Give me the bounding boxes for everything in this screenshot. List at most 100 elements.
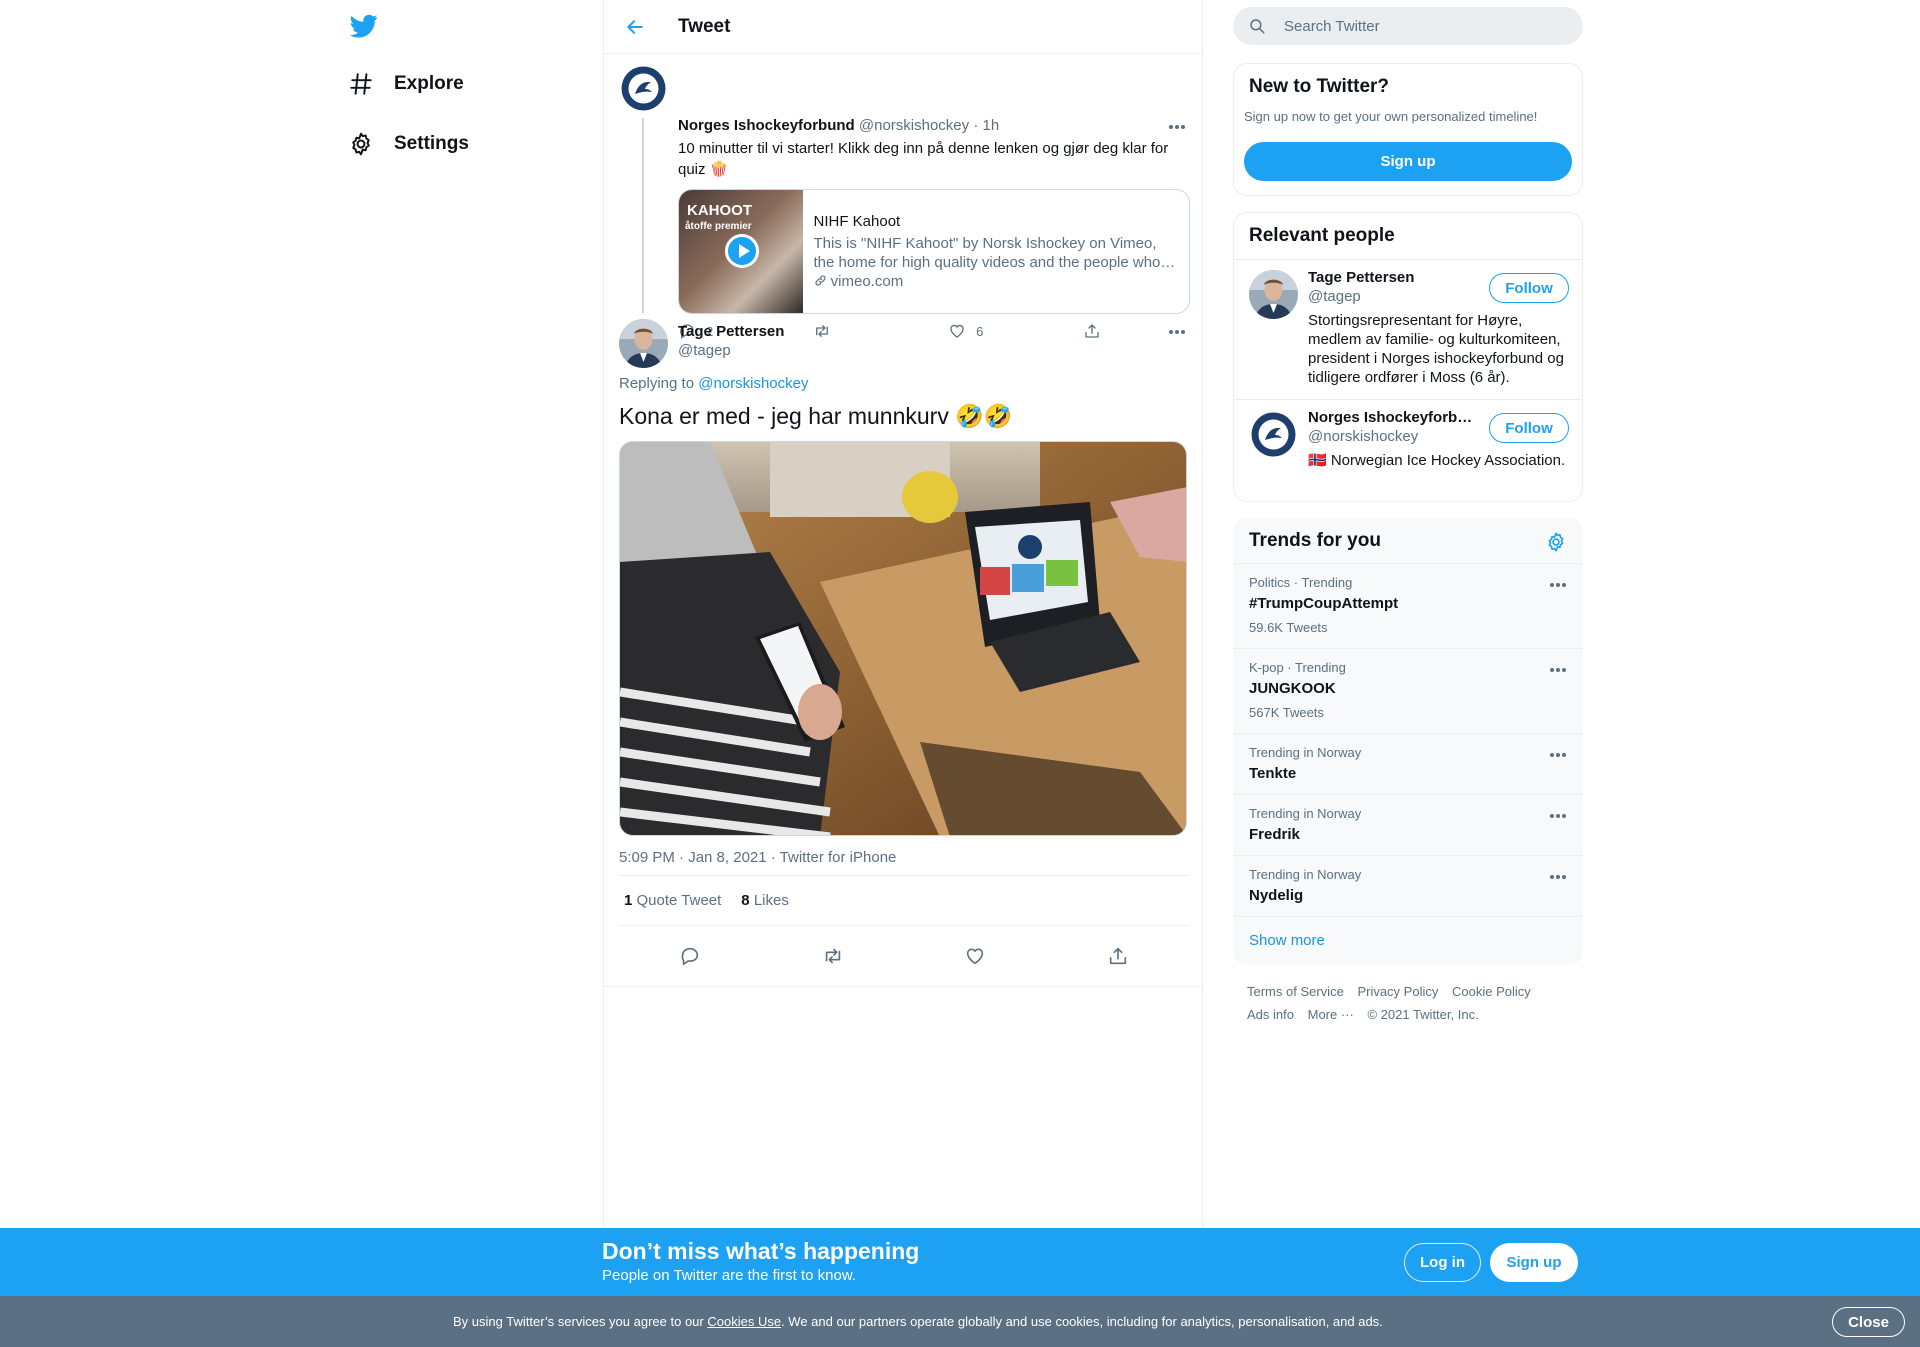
gear-icon[interactable]	[1545, 531, 1567, 553]
trend-item[interactable]: K-pop · Trending JUNGKOOK 567K Tweets	[1234, 648, 1582, 733]
more-options-icon[interactable]	[1166, 120, 1188, 134]
panel-title: New to Twitter?	[1249, 76, 1390, 97]
trend-name: Nydelig	[1249, 887, 1304, 904]
avatar[interactable]	[1249, 410, 1298, 459]
author-handle[interactable]: @norskishockey	[859, 117, 969, 134]
footer-link-more[interactable]: More ···	[1308, 1003, 1354, 1026]
likes-stat[interactable]: 8 Likes	[741, 892, 789, 909]
profile-photo	[619, 319, 668, 368]
like-button[interactable]: 6	[948, 322, 1083, 340]
signup-button[interactable]: Sign up	[1244, 142, 1572, 181]
trend-item[interactable]: Trending in Norway Tenkte	[1234, 733, 1582, 794]
card-domain-row: vimeo.com	[814, 272, 1180, 291]
relevant-people-panel: Relevant people Tage Pettersen @tagep St…	[1233, 212, 1583, 502]
cookie-prefix: By using Twitter’s services you agree to…	[453, 1314, 708, 1329]
person-name[interactable]: Tage Pettersen	[1308, 269, 1478, 286]
trend-context: Politics · Trending	[1249, 575, 1353, 590]
avatar[interactable]	[619, 64, 668, 113]
trend-context: Trending in Norway	[1249, 806, 1362, 821]
more-options-icon[interactable]	[1547, 870, 1569, 884]
search-input[interactable]	[1284, 17, 1564, 35]
tweet-time[interactable]: 1h	[983, 117, 1000, 134]
trend-item[interactable]: Trending in Norway Fredrik	[1234, 794, 1582, 855]
share-icon	[1085, 324, 1099, 338]
tweet-actions	[619, 931, 1189, 981]
more-options-icon[interactable]	[1547, 809, 1569, 823]
nihf-logo-icon	[1249, 410, 1298, 459]
person-card[interactable]: Tage Pettersen @tagep Stortingsrepresent…	[1234, 259, 1582, 399]
cookies-use-link[interactable]: Cookies Use	[707, 1314, 781, 1329]
footer-link-ads[interactable]: Ads info	[1247, 1003, 1294, 1026]
share-button[interactable]	[1083, 322, 1103, 340]
parent-tweet-header: Norges Ishockeyforbund @norskishockey · …	[678, 117, 999, 134]
nav-settings[interactable]: Settings	[348, 124, 469, 164]
trend-name: #TrumpCoupAttempt	[1249, 595, 1399, 612]
cookie-suffix: . We and our partners operate globally a…	[781, 1314, 1383, 1329]
tweet-source[interactable]: Twitter for iPhone	[780, 849, 897, 866]
nav-explore[interactable]: Explore	[348, 64, 464, 104]
avatar[interactable]	[619, 319, 668, 368]
person-handle[interactable]: @norskishockey	[1308, 428, 1418, 445]
footer-links: Terms of Service Privacy Policy Cookie P…	[1247, 980, 1577, 1026]
replying-to-link[interactable]: @norskishockey	[698, 375, 808, 392]
more-options-icon[interactable]	[1547, 578, 1569, 592]
card-body: NIHF Kahoot This is "NIHF Kahoot" by Nor…	[803, 190, 1190, 313]
link-icon	[814, 275, 826, 286]
trend-count: 59.6K Tweets	[1249, 620, 1328, 635]
thread-line	[642, 118, 644, 313]
trend-name: JUNGKOOK	[1249, 680, 1336, 697]
tweet-text: Kona er med - jeg har munnkurv 🤣🤣	[619, 403, 1013, 429]
show-more-link[interactable]: Show more	[1249, 932, 1325, 949]
close-button[interactable]: Close	[1832, 1307, 1905, 1337]
trend-item[interactable]: Trending in Norway Nydelig	[1234, 855, 1582, 916]
avatar[interactable]	[1249, 270, 1298, 319]
thumb-subtitle: åtoffe premier	[685, 221, 752, 232]
author-handle[interactable]: @tagep	[678, 342, 731, 359]
cookie-bar: By using Twitter’s services you agree to…	[0, 1296, 1920, 1347]
heart-icon[interactable]	[964, 945, 986, 967]
likes-label: Likes	[753, 892, 789, 909]
share-icon[interactable]	[1107, 945, 1129, 967]
card-title: NIHF Kahoot	[813, 213, 901, 230]
follow-button[interactable]: Follow	[1489, 413, 1569, 443]
like-count: 6	[976, 323, 984, 339]
author-name[interactable]: Tage Pettersen	[678, 323, 784, 340]
replying-prefix: Replying to	[619, 375, 695, 392]
footer-link-cookies[interactable]: Cookie Policy	[1452, 980, 1531, 1003]
login-button[interactable]: Log in	[1404, 1243, 1481, 1282]
footer-link-terms[interactable]: Terms of Service	[1247, 980, 1344, 1003]
cookie-text: By using Twitter’s services you agree to…	[453, 1314, 1383, 1329]
search-box[interactable]	[1233, 7, 1583, 45]
more-options-icon[interactable]	[1547, 663, 1569, 677]
panel-title: Trends for you	[1249, 530, 1381, 551]
back-button[interactable]	[615, 7, 655, 47]
trend-context: Trending in Norway	[1249, 745, 1362, 760]
author-name[interactable]: Norges Ishockeyforbund	[678, 117, 855, 134]
quote-count: 1	[624, 892, 633, 909]
retweet-icon[interactable]	[822, 945, 844, 967]
twitter-logo-icon[interactable]	[348, 12, 380, 40]
retweet-button[interactable]	[813, 322, 948, 340]
play-icon[interactable]	[725, 234, 759, 268]
footer-link-privacy[interactable]: Privacy Policy	[1357, 980, 1438, 1003]
thumb-title: KAHOOT	[687, 202, 752, 219]
person-handle[interactable]: @tagep	[1308, 288, 1361, 305]
tweet-stats: 1 Quote Tweet 8 Likes	[619, 875, 1189, 926]
card-thumbnail: KAHOOT åtoffe premier	[679, 190, 803, 313]
banner-title: Don’t miss what’s happening	[602, 1238, 920, 1264]
more-options-icon[interactable]	[1547, 748, 1569, 762]
quote-tweets-stat[interactable]: 1 Quote Tweet	[624, 892, 721, 909]
heart-icon	[950, 324, 964, 338]
link-card[interactable]: KAHOOT åtoffe premier NIHF Kahoot This i…	[678, 189, 1190, 314]
trend-item[interactable]: Politics · Trending #TrumpCoupAttempt 59…	[1234, 563, 1582, 648]
reply-icon[interactable]	[679, 945, 701, 967]
person-card[interactable]: Norges Ishockeyforbund @norskishockey 🇳🇴…	[1234, 399, 1582, 501]
more-options-icon[interactable]	[1166, 325, 1188, 339]
tweet-photo[interactable]	[619, 441, 1187, 836]
tweet-timestamp[interactable]: 5:09 PM · Jan 8, 2021	[619, 849, 767, 866]
copyright: © 2021 Twitter, Inc.	[1367, 1007, 1479, 1022]
follow-button[interactable]: Follow	[1489, 273, 1569, 303]
parent-tweet[interactable]: Norges Ishockeyforbund @norskishockey · …	[604, 54, 1202, 339]
banner-signup-button[interactable]: Sign up	[1490, 1243, 1578, 1282]
person-name[interactable]: Norges Ishockeyforbund	[1308, 409, 1478, 426]
